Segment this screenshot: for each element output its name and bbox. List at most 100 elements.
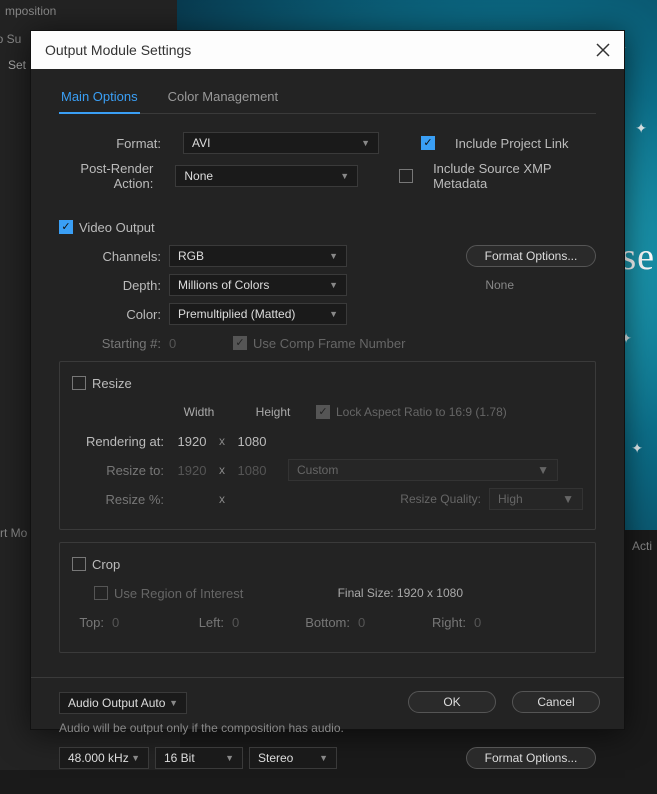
crop-top-value: 0 (112, 615, 152, 630)
audio-channels-value: Stereo (258, 751, 293, 765)
divider (31, 677, 624, 678)
output-module-settings-dialog: Output Module Settings Main Options Colo… (30, 30, 625, 730)
crop-top-label: Top: (72, 615, 112, 630)
resize-quality-select: High ▼ (489, 488, 583, 510)
post-render-value: None (184, 169, 213, 183)
x-separator: x (212, 463, 232, 477)
x-separator: x (212, 492, 232, 506)
audio-bit-value: 16 Bit (164, 751, 195, 765)
audio-rate-select[interactable]: 48.000 kHz ▼ (59, 747, 149, 769)
footer-buttons: OK Cancel (408, 691, 600, 713)
resize-preset-value: Custom (297, 463, 338, 477)
audio-note: Audio will be output only if the composi… (59, 721, 596, 735)
chevron-down-icon: ▼ (562, 492, 574, 506)
chevron-down-icon: ▼ (361, 138, 370, 148)
color-select[interactable]: Premultiplied (Matted) ▼ (169, 303, 347, 325)
resize-to-label: Resize to: (72, 463, 172, 478)
resize-quality-label: Resize Quality: (400, 492, 481, 506)
video-output-label: Video Output (79, 220, 155, 235)
depth-label: Depth: (59, 278, 169, 293)
x-separator: x (212, 434, 232, 448)
bg-big-text: se (621, 235, 655, 279)
crop-bottom-value: 0 (358, 615, 398, 630)
use-comp-frame-checkbox (233, 336, 247, 350)
format-options-button[interactable]: Format Options... (466, 245, 596, 267)
tab-main-options[interactable]: Main Options (59, 83, 140, 114)
dialog-body: Main Options Color Management Format: AV… (31, 69, 624, 794)
starting-label: Starting #: (59, 336, 169, 351)
roi-label: Use Region of Interest (114, 586, 243, 601)
width-header: Width (172, 405, 226, 419)
bg-label-mo: rt Mo (0, 526, 27, 540)
crop-left-label: Left: (192, 615, 232, 630)
height-header: Height (246, 405, 300, 419)
lock-aspect-checkbox (316, 405, 330, 419)
resize-preset-select: Custom ▼ (288, 459, 558, 481)
format-label: Format: (59, 136, 169, 151)
render-height: 1080 (232, 434, 272, 449)
chevron-down-icon: ▼ (329, 280, 338, 290)
cancel-button[interactable]: Cancel (512, 691, 600, 713)
crop-left-value: 0 (232, 615, 272, 630)
dialog-titlebar: Output Module Settings (31, 31, 624, 69)
audio-bit-select[interactable]: 16 Bit ▼ (155, 747, 243, 769)
crop-right-value: 0 (474, 615, 514, 630)
depth-select[interactable]: Millions of Colors ▼ (169, 274, 347, 296)
dialog-title: Output Module Settings (45, 42, 191, 58)
resize-checkbox[interactable] (72, 376, 86, 390)
depth-value: Millions of Colors (178, 278, 269, 292)
chevron-down-icon: ▼ (329, 251, 338, 261)
include-project-link-label: Include Project Link (455, 136, 568, 151)
audio-output-value: Audio Output Auto (68, 696, 165, 710)
rendering-at-label: Rendering at: (72, 434, 172, 449)
format-options-none: None (485, 278, 514, 292)
ok-button[interactable]: OK (408, 691, 496, 713)
chevron-down-icon: ▼ (225, 753, 234, 763)
bg-label-set: Set (8, 58, 26, 72)
chevron-down-icon: ▼ (131, 753, 140, 763)
video-output-checkbox[interactable] (59, 220, 73, 234)
audio-format-options-button[interactable]: Format Options... (466, 747, 596, 769)
use-comp-frame-label: Use Comp Frame Number (253, 336, 405, 351)
lock-aspect-label: Lock Aspect Ratio to 16:9 (1.78) (336, 405, 507, 419)
crop-right-label: Right: (428, 615, 474, 630)
bg-label-composition: mposition (5, 4, 56, 18)
channels-select[interactable]: RGB ▼ (169, 245, 347, 267)
final-size: Final Size: 1920 x 1080 (338, 586, 463, 600)
audio-rate-value: 48.000 kHz (68, 751, 129, 765)
format-select[interactable]: AVI ▼ (183, 132, 379, 154)
channels-label: Channels: (59, 249, 169, 264)
resize-pct-label: Resize %: (72, 492, 172, 507)
color-label: Color: (59, 307, 169, 322)
include-project-link-checkbox[interactable] (421, 136, 435, 150)
bg-label-sub: lo Su (0, 32, 21, 46)
post-render-label: Post-Render Action: (59, 161, 161, 191)
include-xmp-checkbox[interactable] (399, 169, 413, 183)
resize-to-width: 1920 (172, 463, 212, 478)
crop-panel: Crop Use Region of Interest Final Size: … (59, 542, 596, 653)
roi-checkbox (94, 586, 108, 600)
resize-title: Resize (92, 376, 132, 391)
crop-checkbox[interactable] (72, 557, 86, 571)
audio-channels-select[interactable]: Stereo ▼ (249, 747, 337, 769)
include-xmp-label: Include Source XMP Metadata (433, 161, 596, 191)
chevron-down-icon: ▼ (319, 753, 328, 763)
chevron-down-icon: ▼ (537, 463, 549, 477)
tab-color-management[interactable]: Color Management (166, 83, 281, 113)
starting-value: 0 (169, 336, 209, 351)
chevron-down-icon: ▼ (329, 309, 338, 319)
render-width: 1920 (172, 434, 212, 449)
color-value: Premultiplied (Matted) (178, 307, 295, 321)
tabs: Main Options Color Management (59, 83, 596, 114)
audio-output-select[interactable]: Audio Output Auto ▼ (59, 692, 187, 714)
resize-to-height: 1080 (232, 463, 272, 478)
close-button[interactable] (596, 43, 610, 57)
chevron-down-icon: ▼ (340, 171, 349, 181)
chevron-down-icon: ▼ (169, 698, 178, 708)
resize-panel: Resize Width Height Lock Aspect Ratio to… (59, 361, 596, 530)
crop-bottom-label: Bottom: (302, 615, 358, 630)
post-render-select[interactable]: None ▼ (175, 165, 358, 187)
close-icon (596, 43, 610, 57)
resize-quality-value: High (498, 492, 523, 506)
format-value: AVI (192, 136, 210, 150)
